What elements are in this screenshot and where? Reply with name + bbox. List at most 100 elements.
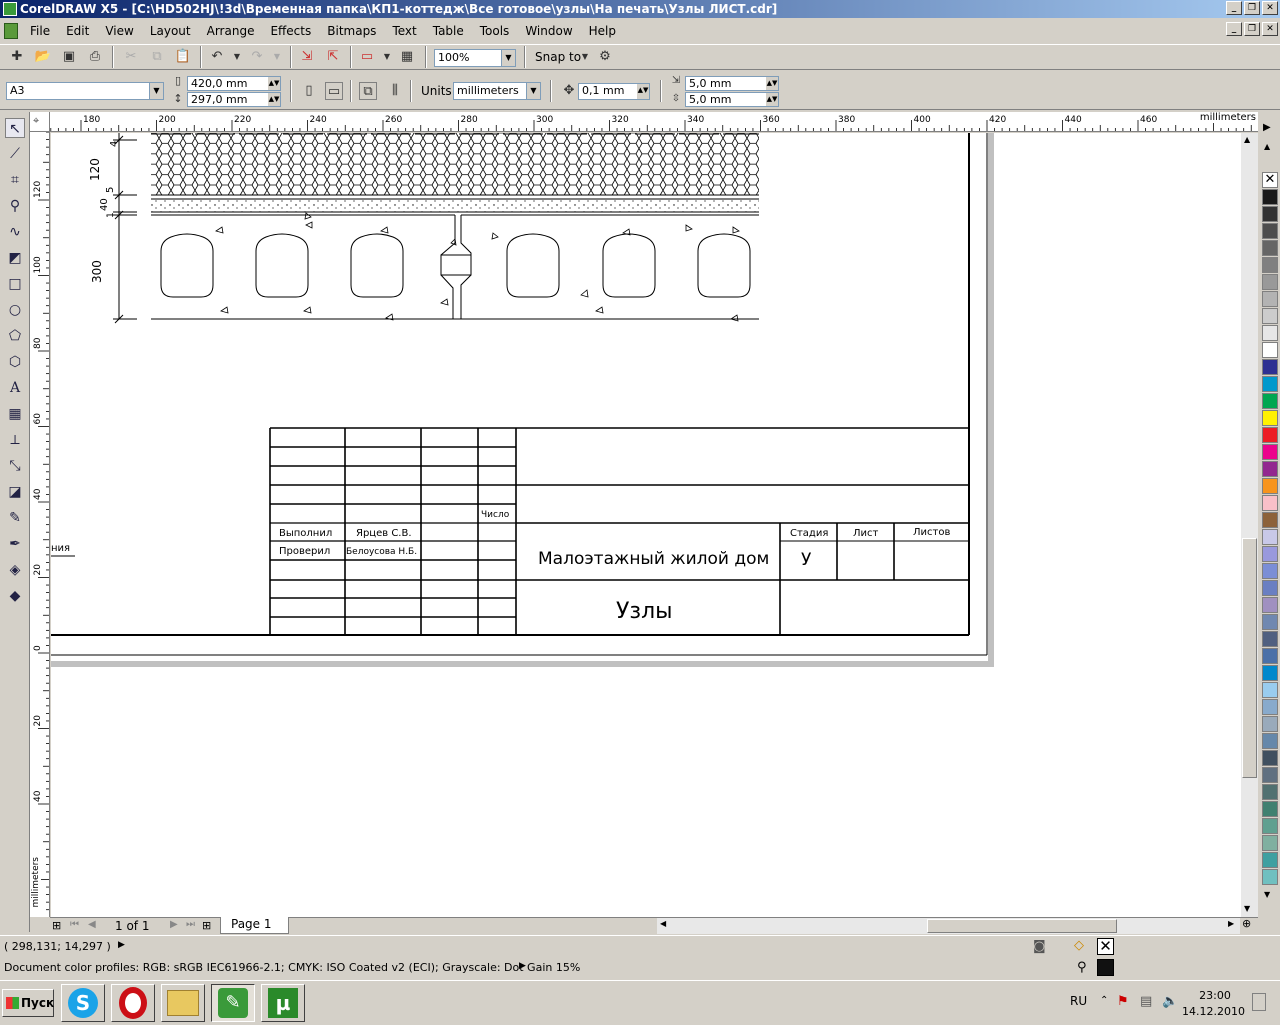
paper-size-combo[interactable]: A3 ▼ [6,82,164,100]
menu-edit[interactable]: Edit [66,24,89,38]
action-center-icon[interactable]: ⚑ [1117,994,1129,1009]
menu-arrange[interactable]: Arrange [207,24,255,38]
vertical-scroll-thumb[interactable] [1242,538,1257,778]
new-document-icon[interactable]: ✚ [8,48,26,66]
color-swatch[interactable] [1262,750,1278,766]
color-swatch[interactable] [1262,818,1278,834]
color-swatch[interactable] [1262,733,1278,749]
export-icon[interactable]: ⇱ [324,48,342,66]
application-launcher-icon[interactable]: ▭ [358,48,376,66]
basic-shapes-icon[interactable]: ⬡ [5,352,25,372]
no-color-swatch[interactable]: ✕ [1262,172,1278,188]
color-swatch[interactable] [1262,427,1278,443]
coreldraw-taskbar-button[interactable]: ✎ [211,984,255,1022]
color-swatch[interactable] [1262,835,1278,851]
cut-icon[interactable]: ✂ [122,48,140,66]
menu-layout[interactable]: Layout [150,24,191,38]
current-page-icon[interactable]: ⫼ [386,82,404,100]
connector-tool-icon[interactable]: ⤡ [5,456,25,476]
color-swatch[interactable] [1262,206,1278,222]
freehand-tool-icon[interactable]: ∿ [5,222,25,242]
color-swatch[interactable] [1262,325,1278,341]
welcome-screen-icon[interactable]: ▦ [398,48,416,66]
color-swatch[interactable] [1262,529,1278,545]
text-tool-icon[interactable]: A [5,378,25,398]
units-combo[interactable]: millimeters ▼ [453,82,541,100]
scroll-down-icon[interactable]: ▼ [1244,904,1250,913]
menu-bitmaps[interactable]: Bitmaps [327,24,376,38]
restore-button[interactable]: ❐ [1244,1,1260,15]
color-swatch[interactable] [1262,614,1278,630]
blend-tool-icon[interactable]: ◪ [5,482,25,502]
chevron-down-icon[interactable]: ▼ [526,83,540,99]
color-swatch[interactable] [1262,495,1278,511]
undo-dropdown-icon[interactable]: ▼ [228,48,246,66]
table-tool-icon[interactable]: ▦ [5,404,25,424]
ruler-corner[interactable]: ⌖ [30,112,50,132]
color-swatch[interactable] [1262,478,1278,494]
vertical-scrollbar[interactable]: ▲ ▼ [1241,133,1258,917]
menu-window[interactable]: Window [525,24,572,38]
fill-tool-icon[interactable]: ◈ [5,560,25,580]
spinner-icon[interactable]: ▲▼ [268,93,280,106]
color-swatch[interactable] [1262,716,1278,732]
add-page-after-icon[interactable]: ⊞ [202,919,211,932]
chevron-down-icon[interactable]: ▼ [149,83,163,99]
paste-icon[interactable]: 📋 [174,48,192,66]
interactive-fill-icon[interactable]: ◆ [5,586,25,606]
horizontal-ruler[interactable]: 180 200 220 240 260 280 300 320 340 360 380 400 420 4… [50,112,1258,132]
color-swatch[interactable] [1262,512,1278,528]
color-swatch[interactable] [1262,648,1278,664]
ellipse-tool-icon[interactable]: ○ [5,300,25,320]
view-icon[interactable]: ◙ [1033,939,1046,954]
language-indicator[interactable]: RU [1070,994,1087,1008]
color-swatch[interactable] [1262,393,1278,409]
next-page-icon[interactable]: ▶ [170,919,178,930]
status-expand-icon[interactable]: ▶ [118,940,125,950]
menu-tools[interactable]: Tools [480,24,510,38]
color-swatch[interactable] [1262,223,1278,239]
options-icon[interactable]: ⚙ [596,48,614,66]
opera-taskbar-button[interactable] [111,984,155,1022]
spinner-icon[interactable]: ▲▼ [766,77,778,90]
color-swatch[interactable] [1262,784,1278,800]
launcher-dropdown-icon[interactable]: ▼ [378,48,396,66]
duplicate-x-field[interactable]: 5,0 mm ▲▼ [685,76,779,91]
shape-tool-icon[interactable]: ⟋ [5,144,25,164]
menu-effects[interactable]: Effects [270,24,311,38]
color-swatch[interactable] [1262,274,1278,290]
smart-fill-icon[interactable]: ◩ [5,248,25,268]
add-page-before-icon[interactable]: ⊞ [52,919,61,932]
color-swatch[interactable] [1262,189,1278,205]
color-swatch[interactable] [1262,631,1278,647]
menu-view[interactable]: View [105,24,133,38]
profiles-expand-icon[interactable]: ▶ [519,961,526,971]
minimize-button[interactable]: _ [1226,1,1242,15]
navigator-icon[interactable]: ⊕ [1242,917,1251,930]
pick-tool-icon[interactable]: ↖ [5,118,25,138]
polygon-tool-icon[interactable]: ⬠ [5,326,25,346]
doc-close-button[interactable]: ✕ [1262,22,1278,36]
eyedropper-tool-icon[interactable]: ✎ [5,508,25,528]
color-swatch[interactable] [1262,444,1278,460]
page-width-field[interactable]: 420,0 mm ▲▼ [187,76,281,91]
slab-section-drawing[interactable] [113,133,759,324]
snap-dropdown-icon[interactable]: ▼ [576,48,594,66]
document-icon[interactable] [4,23,18,39]
color-swatch[interactable] [1262,291,1278,307]
landscape-icon[interactable]: ▭ [325,82,343,100]
print-icon[interactable]: ⎙ [86,48,104,66]
utorrent-taskbar-button[interactable]: µ [261,984,305,1022]
undo-icon[interactable]: ↶ [208,48,226,66]
clock-date[interactable]: 14.12.2010 [1182,1005,1245,1018]
spinner-icon[interactable]: ▲▼ [637,84,649,99]
menu-text[interactable]: Text [392,24,416,38]
color-swatch[interactable] [1262,359,1278,375]
palette-down-icon[interactable]: ▼ [1264,890,1270,899]
color-swatch[interactable] [1262,461,1278,477]
first-page-icon[interactable]: ⏮ [70,919,79,930]
zoom-level-combo[interactable]: 100% ▼ [434,49,516,67]
color-swatch[interactable] [1262,597,1278,613]
portrait-icon[interactable]: ▯ [300,82,318,100]
horizontal-scrollbar[interactable]: ◀ ▶ [657,917,1240,934]
